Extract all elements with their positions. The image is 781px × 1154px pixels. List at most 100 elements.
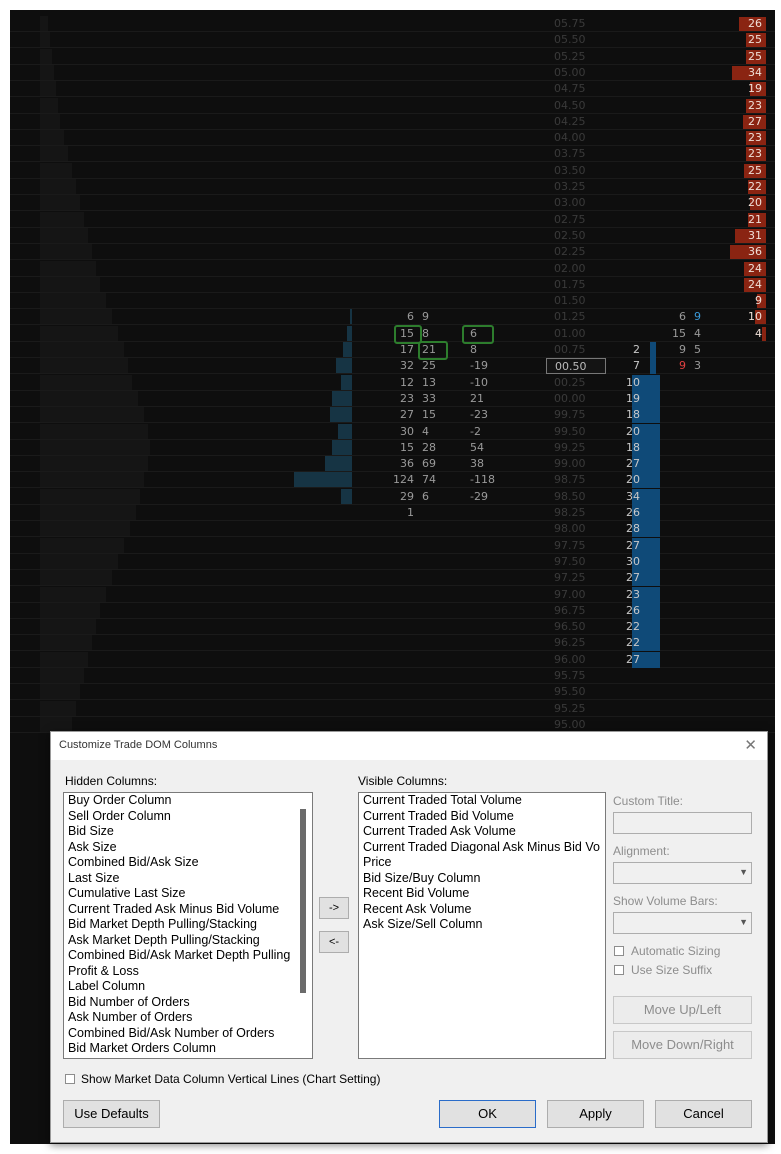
list-item[interactable]: Recent Bid Volume — [359, 886, 605, 902]
ask-size-value[interactable]: 23 — [742, 146, 762, 162]
show-vertical-lines-checkbox[interactable] — [65, 1074, 75, 1084]
ask-size-value[interactable]: 27 — [742, 114, 762, 130]
dom-row[interactable] — [10, 684, 775, 701]
bid-size-value[interactable]: 27 — [620, 456, 640, 472]
price-cell[interactable]: 02.00 — [546, 261, 606, 277]
bid-size-value[interactable]: 19 — [620, 391, 640, 407]
ask-size-value[interactable]: 24 — [742, 277, 762, 293]
list-item[interactable]: Sell Order Column — [64, 809, 312, 825]
bid-size-value[interactable]: 28 — [620, 521, 640, 537]
bid-size-value[interactable]: 27 — [620, 570, 640, 586]
list-item[interactable]: Current Traded Ask Minus Bid Volume — [64, 902, 312, 918]
price-cell[interactable]: 05.75 — [546, 16, 606, 32]
list-item[interactable]: Current Traded Ask Volume — [359, 824, 605, 840]
dom-row[interactable] — [10, 701, 775, 717]
dom-row[interactable] — [10, 163, 775, 179]
scrollbar[interactable] — [300, 809, 306, 993]
dom-row[interactable] — [10, 32, 775, 49]
list-item[interactable]: Ask Size — [64, 840, 312, 856]
alignment-select[interactable]: ▼ — [613, 862, 752, 884]
dom-row[interactable] — [10, 195, 775, 212]
list-item[interactable]: Bid Size — [64, 824, 312, 840]
ask-size-value[interactable]: 20 — [742, 195, 762, 211]
dom-row[interactable] — [10, 293, 775, 310]
price-cell[interactable]: 95.50 — [546, 684, 606, 700]
close-icon[interactable]: ✕ — [744, 736, 757, 754]
ok-button[interactable]: OK — [439, 1100, 536, 1128]
ask-size-value[interactable]: 19 — [742, 81, 762, 97]
bid-size-value[interactable]: 27 — [620, 538, 640, 554]
automatic-sizing-checkbox[interactable] — [614, 946, 624, 956]
list-item[interactable]: Current Traded Diagonal Ask Minus Bid Vo — [359, 840, 605, 856]
price-cell[interactable]: 03.75 — [546, 146, 606, 162]
list-item[interactable]: Recent Ask Volume — [359, 902, 605, 918]
dom-row[interactable] — [10, 668, 775, 684]
bid-size-value[interactable]: 7 — [620, 358, 640, 374]
dom-row[interactable] — [10, 570, 775, 587]
price-cell[interactable]: 00.25 — [546, 375, 606, 391]
show-volume-bars-select[interactable]: ▼ — [613, 912, 752, 934]
dom-row[interactable] — [10, 619, 775, 636]
price-cell[interactable]: 95.25 — [546, 701, 606, 717]
move-right-button[interactable]: -> — [319, 897, 349, 919]
move-left-button[interactable]: <- — [319, 931, 349, 953]
price-cell[interactable]: 02.50 — [546, 228, 606, 244]
ask-size-value[interactable]: 4 — [742, 326, 762, 342]
apply-button[interactable]: Apply — [547, 1100, 644, 1128]
dom-row[interactable] — [10, 587, 775, 603]
price-cell[interactable]: 97.25 — [546, 570, 606, 586]
price-cell[interactable]: 98.50 — [546, 489, 606, 505]
price-cell[interactable]: 04.50 — [546, 98, 606, 114]
dom-row[interactable] — [10, 179, 775, 195]
price-cell[interactable]: 98.25 — [546, 505, 606, 521]
dom-row[interactable] — [10, 228, 775, 244]
price-cell[interactable]: 00.00 — [546, 391, 606, 407]
price-cell[interactable]: 95.75 — [546, 668, 606, 684]
move-up-left-button[interactable]: Move Up/Left — [613, 996, 752, 1024]
price-cell[interactable]: 01.25 — [546, 309, 606, 325]
list-item[interactable]: Ask Market Depth Pulling/Stacking — [64, 933, 312, 949]
dom-row[interactable] — [10, 212, 775, 228]
price-cell[interactable]: 96.75 — [546, 603, 606, 619]
list-item[interactable]: Buy Order Column — [64, 793, 312, 809]
ask-size-value[interactable]: 24 — [742, 261, 762, 277]
list-item[interactable]: Current Traded Bid Volume — [359, 809, 605, 825]
ask-size-value[interactable]: 36 — [742, 244, 762, 260]
price-cell[interactable]: 03.00 — [546, 195, 606, 211]
bid-size-value[interactable]: 2 — [620, 342, 640, 358]
bid-size-value[interactable]: 20 — [620, 472, 640, 488]
use-size-suffix-checkbox[interactable] — [614, 965, 624, 975]
price-cell[interactable]: 97.50 — [546, 554, 606, 570]
bid-size-value[interactable]: 10 — [620, 375, 640, 391]
dom-row[interactable] — [10, 146, 775, 163]
list-item[interactable]: Bid Market Orders Column — [64, 1041, 312, 1057]
bid-size-value[interactable]: 27 — [620, 652, 640, 668]
dom-row[interactable] — [10, 98, 775, 114]
list-item[interactable]: Combined Bid/Ask Number of Orders — [64, 1026, 312, 1042]
cancel-button[interactable]: Cancel — [655, 1100, 752, 1128]
price-cell[interactable]: 00.75 — [546, 342, 606, 358]
ask-size-value[interactable]: 23 — [742, 98, 762, 114]
dom-row[interactable] — [10, 603, 775, 619]
price-cell[interactable]: 03.25 — [546, 179, 606, 195]
list-item[interactable]: Bid Size/Buy Column — [359, 871, 605, 887]
price-cell[interactable]: 05.25 — [546, 49, 606, 65]
visible-columns-list[interactable]: Current Traded Total Volume Current Trade… — [358, 792, 606, 1059]
list-item[interactable]: Ask Size/Sell Column — [359, 917, 605, 933]
ask-size-value[interactable]: 10 — [742, 309, 762, 325]
list-item[interactable]: Combined Bid/Ask Size — [64, 855, 312, 871]
price-cell[interactable]: 00.50 — [546, 358, 606, 375]
ask-size-value[interactable]: 25 — [742, 32, 762, 48]
bid-size-value[interactable]: 26 — [620, 505, 640, 521]
price-cell[interactable]: 97.00 — [546, 587, 606, 603]
list-item[interactable]: Cumulative Last Size — [64, 886, 312, 902]
list-item[interactable]: Bid Number of Orders — [64, 995, 312, 1011]
price-cell[interactable]: 04.75 — [546, 81, 606, 97]
price-cell[interactable]: 02.75 — [546, 212, 606, 228]
price-cell[interactable]: 98.75 — [546, 472, 606, 488]
dom-row[interactable] — [10, 16, 775, 32]
list-item[interactable]: Price — [359, 855, 605, 871]
list-item[interactable]: Profit & Loss — [64, 964, 312, 980]
dom-row[interactable] — [10, 635, 775, 652]
price-cell[interactable]: 96.00 — [546, 652, 606, 668]
